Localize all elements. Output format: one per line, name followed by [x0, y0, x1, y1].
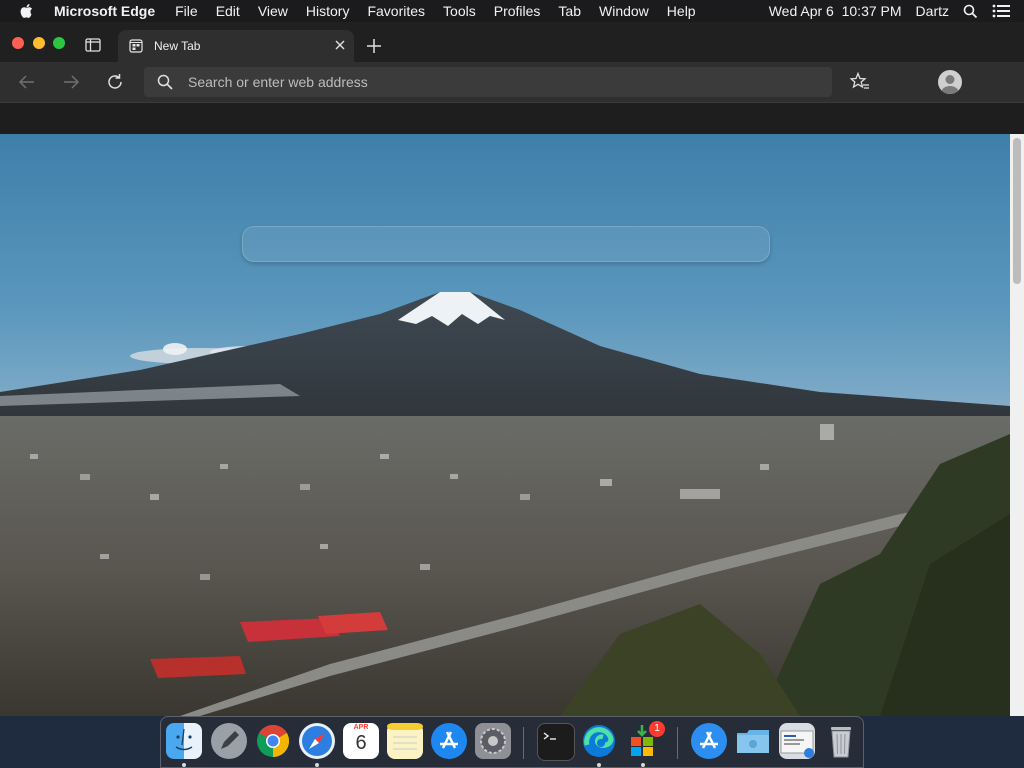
edge-icon[interactable] — [581, 723, 617, 759]
launchpad-icon[interactable] — [211, 723, 247, 759]
address-input[interactable] — [186, 73, 790, 91]
menubar-user[interactable]: Dartz — [916, 3, 949, 19]
profile-avatar[interactable] — [938, 70, 962, 94]
downloads-folder-icon[interactable] — [735, 723, 771, 759]
tab-new-tab[interactable]: New Tab — [118, 30, 354, 62]
calendar-month: APR — [353, 724, 369, 731]
favorites-bar-area — [0, 102, 1024, 135]
menu-tab[interactable]: Tab — [558, 3, 581, 19]
chrome-icon[interactable] — [255, 723, 291, 759]
menu-window[interactable]: Window — [599, 3, 649, 19]
notes-icon[interactable] — [387, 723, 423, 759]
app-store-icon[interactable] — [431, 723, 467, 759]
forward-arrow-icon[interactable] — [62, 73, 80, 91]
tab-actions-icon[interactable] — [85, 38, 101, 57]
update-badge: 1 — [649, 721, 665, 737]
microsoft-autoupdate-icon[interactable]: 1 — [625, 721, 665, 759]
menu-bar: Microsoft Edge File Edit View History Fa… — [0, 0, 1024, 22]
search-icon — [157, 74, 173, 90]
refresh-icon[interactable] — [106, 73, 124, 91]
safari-icon[interactable] — [299, 723, 335, 759]
dock-separator-2 — [677, 727, 678, 759]
dock: APR 6 1 — [160, 716, 864, 768]
new-tab-plus-icon[interactable] — [366, 38, 382, 59]
menu-app-name[interactable]: Microsoft Edge — [54, 3, 155, 19]
favorites-icon[interactable] — [849, 71, 870, 97]
finder-running-indicator — [182, 763, 186, 767]
menu-profiles[interactable]: Profiles — [494, 3, 541, 19]
menu-help[interactable]: Help — [667, 3, 696, 19]
window-close-button[interactable] — [12, 37, 24, 49]
address-bar[interactable] — [144, 67, 832, 97]
profile-person-icon — [941, 75, 959, 94]
menubar-clock[interactable]: Wed Apr 6 10:37 PM — [769, 3, 902, 19]
trash-icon[interactable] — [823, 723, 859, 759]
page-scrollbar[interactable] — [1010, 134, 1024, 716]
apple-menu-icon[interactable] — [19, 3, 37, 19]
calendar-day: 6 — [355, 732, 367, 754]
tab-title: New Tab — [154, 39, 201, 53]
scrollbar-thumb[interactable] — [1013, 138, 1021, 284]
new-tab-search-box[interactable] — [242, 226, 770, 262]
new-tab-background — [0, 134, 1010, 716]
system-preferences-icon[interactable] — [475, 723, 511, 759]
back-arrow-icon[interactable] — [18, 73, 36, 91]
dock-separator — [523, 727, 524, 759]
safari-running-indicator — [315, 763, 319, 767]
autoupdate-running-indicator — [641, 763, 645, 767]
control-center-icon[interactable] — [992, 4, 1010, 18]
new-tab-page-icon — [129, 39, 143, 53]
menu-history[interactable]: History — [306, 3, 350, 19]
spotlight-search-icon[interactable] — [963, 4, 978, 19]
edge-running-indicator — [597, 763, 601, 767]
menu-favorites[interactable]: Favorites — [367, 3, 425, 19]
tab-close-icon[interactable] — [334, 39, 346, 51]
menu-file[interactable]: File — [175, 3, 198, 19]
browser-toolbar — [0, 62, 1024, 102]
terminal-icon[interactable] — [537, 723, 575, 761]
menu-tools[interactable]: Tools — [443, 3, 476, 19]
window-minimize-button[interactable] — [33, 37, 45, 49]
menu-edit[interactable]: Edit — [216, 3, 240, 19]
preview-window-icon[interactable] — [779, 723, 815, 759]
window-maximize-button[interactable] — [53, 37, 65, 49]
calendar-icon[interactable]: APR 6 — [343, 723, 379, 759]
mountain-city-image — [0, 292, 1010, 716]
menu-view[interactable]: View — [258, 3, 288, 19]
finder-icon[interactable] — [166, 723, 202, 759]
tab-strip: New Tab — [0, 22, 1024, 62]
applications-folder-icon[interactable] — [691, 723, 727, 759]
